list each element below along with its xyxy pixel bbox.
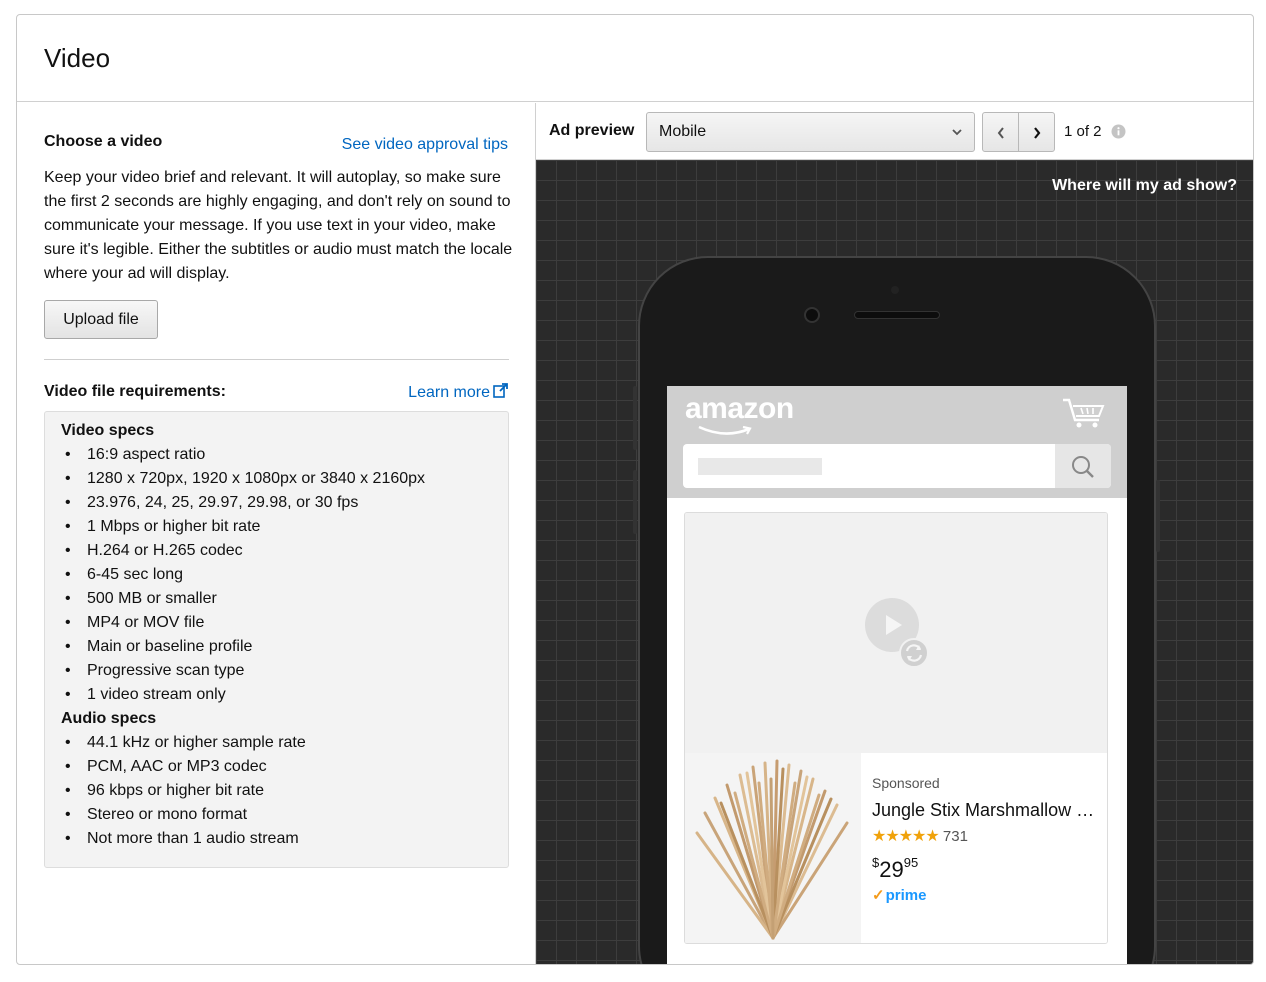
play-icon — [864, 597, 930, 672]
learn-more-label: Learn more — [408, 384, 490, 401]
logo-smile-icon — [697, 424, 753, 442]
prime-check-icon: ✓ — [872, 887, 885, 904]
cart-icon — [1061, 396, 1107, 435]
prime-label: prime — [885, 887, 927, 904]
device-select-value: Mobile — [659, 123, 707, 140]
divider — [44, 359, 509, 360]
product-row: Sponsored Jungle Stix Marshmallow S'More… — [685, 753, 1107, 943]
sponsored-label: Sponsored — [872, 775, 940, 791]
list-item: 1 Mbps or higher bit rate — [61, 515, 492, 539]
requirements-heading: Video file requirements: — [44, 383, 226, 400]
where-will-my-ad-show-link[interactable]: Where will my ad show? — [1052, 177, 1237, 195]
price-whole: 29 — [879, 857, 904, 882]
video-approval-tips-link[interactable]: See video approval tips — [342, 136, 508, 154]
phone-sensor — [891, 286, 899, 294]
audio-specs-list: 44.1 kHz or higher sample rate PCM, AAC … — [61, 731, 492, 851]
phone-volume-button — [633, 470, 637, 534]
device-select[interactable]: Mobile — [646, 112, 975, 152]
requirements-box: Video specs 16:9 aspect ratio 1280 x 720… — [44, 411, 509, 868]
next-button[interactable] — [1018, 112, 1055, 152]
search-placeholder — [698, 458, 822, 475]
preview-stage: Where will my ad show? amazon Sponsored … — [536, 160, 1253, 964]
product-info: Sponsored Jungle Stix Marshmallow S'More… — [872, 773, 1100, 905]
store-search-button — [1055, 444, 1111, 488]
list-item: 16:9 aspect ratio — [61, 443, 492, 467]
ad-preview-pane: Ad preview Mobile 1 of 2 Where will my a… — [535, 103, 1253, 964]
video-specs-list: 16:9 aspect ratio 1280 x 720px, 1920 x 1… — [61, 443, 492, 707]
list-item: 1280 x 720px, 1920 x 1080px or 3840 x 21… — [61, 467, 492, 491]
phone-volume-button — [633, 386, 637, 450]
previous-button[interactable] — [982, 112, 1019, 152]
list-item: Not more than 1 audio stream — [61, 827, 492, 851]
card-header: Video — [17, 15, 1253, 102]
video-placeholder — [685, 513, 1107, 753]
video-choose-pane: Choose a video See video approval tips K… — [17, 103, 535, 964]
phone-camera — [804, 307, 820, 323]
list-item: Stereo or mono format — [61, 803, 492, 827]
pager-count: 1 of 2 — [1064, 123, 1102, 140]
price-fraction: 95 — [903, 855, 919, 870]
video-specs-heading: Video specs — [61, 422, 155, 439]
phone-speaker — [854, 311, 940, 319]
list-item: Progressive scan type — [61, 659, 492, 683]
preview-toolbar: Ad preview Mobile 1 of 2 — [536, 103, 1253, 160]
audio-specs-heading: Audio specs — [61, 710, 157, 727]
product-title: Jungle Stix Marshmallow S'Mores Roasting… — [872, 800, 1100, 820]
external-link-icon — [493, 383, 508, 403]
ad-preview-label: Ad preview — [549, 122, 635, 139]
video-card: Video Choose a video See video approval … — [16, 14, 1254, 965]
list-item: 6-45 sec long — [61, 563, 492, 587]
list-item: 96 kbps or higher bit rate — [61, 779, 492, 803]
list-item: 1 video stream only — [61, 683, 492, 707]
phone-power-button — [1156, 480, 1160, 552]
page-title: Video — [44, 43, 111, 73]
list-item: 23.976, 24, 25, 29.97, 29.98, or 30 fps — [61, 491, 492, 515]
list-item: PCM, AAC or MP3 codec — [61, 755, 492, 779]
product-image — [685, 753, 861, 943]
phone-screen: amazon Sponsored Jungle Stix Marshmallow… — [667, 386, 1127, 964]
list-item: Main or baseline profile — [61, 635, 492, 659]
rating-count: 731 — [942, 828, 968, 845]
upload-file-button[interactable]: Upload file — [44, 300, 158, 339]
star-rating-icon: ★★★★★ — [872, 828, 940, 845]
choose-video-description: Keep your video brief and relevant. It w… — [44, 169, 513, 282]
choose-video-heading: Choose a video — [44, 133, 163, 150]
brand-logo: amazon — [685, 392, 794, 425]
sponsored-video-ad: Sponsored Jungle Stix Marshmallow S'More… — [684, 512, 1108, 944]
list-item: H.264 or H.265 codec — [61, 539, 492, 563]
chevron-down-icon — [950, 125, 964, 144]
list-item: MP4 or MOV file — [61, 611, 492, 635]
info-icon[interactable] — [1111, 124, 1126, 144]
rating-row: ★★★★★ 731 — [872, 827, 1100, 847]
learn-more-link[interactable]: Learn more — [408, 383, 508, 403]
prime-badge: ✓prime — [872, 887, 1100, 905]
list-item: 500 MB or smaller — [61, 587, 492, 611]
list-item: 44.1 kHz or higher sample rate — [61, 731, 492, 755]
product-price: $2995 — [872, 849, 1100, 887]
store-search-bar — [683, 444, 1111, 488]
store-header: amazon — [667, 386, 1127, 498]
